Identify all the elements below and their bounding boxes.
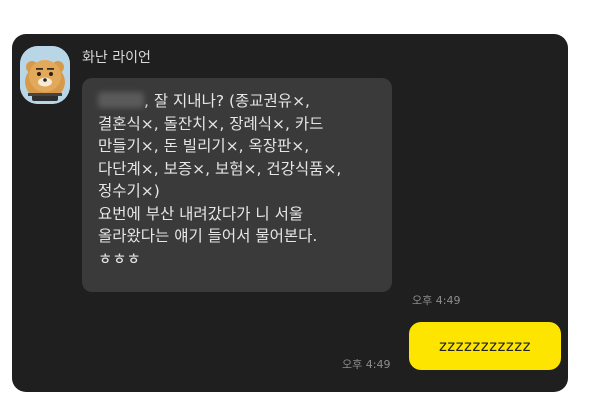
chat-window: 화난 라이언 , 잘 지내나? (종교권유×, 결혼식×, 돌잔치×, 장례식×… (12, 34, 568, 392)
sender-name: 화난 라이언 (82, 50, 151, 66)
incoming-message-bubble[interactable]: , 잘 지내나? (종교권유×, 결혼식×, 돌잔치×, 장례식×, 카드 만들… (82, 78, 392, 292)
incoming-message-text: 잘 지내나? (종교권유×, 결혼식×, 돌잔치×, 장례식×, 카드 만들기×… (98, 92, 342, 268)
outgoing-message-bubble[interactable]: zzzzzzzzzzz (409, 322, 561, 370)
outgoing-message-time: 오후 4:49 (342, 358, 391, 371)
blurred-recipient-name (98, 92, 144, 108)
ryan-avatar-icon[interactable] (20, 46, 70, 104)
outgoing-message-text: zzzzzzzzzzz (438, 337, 532, 355)
incoming-message-time: 오후 4:49 (412, 294, 461, 307)
